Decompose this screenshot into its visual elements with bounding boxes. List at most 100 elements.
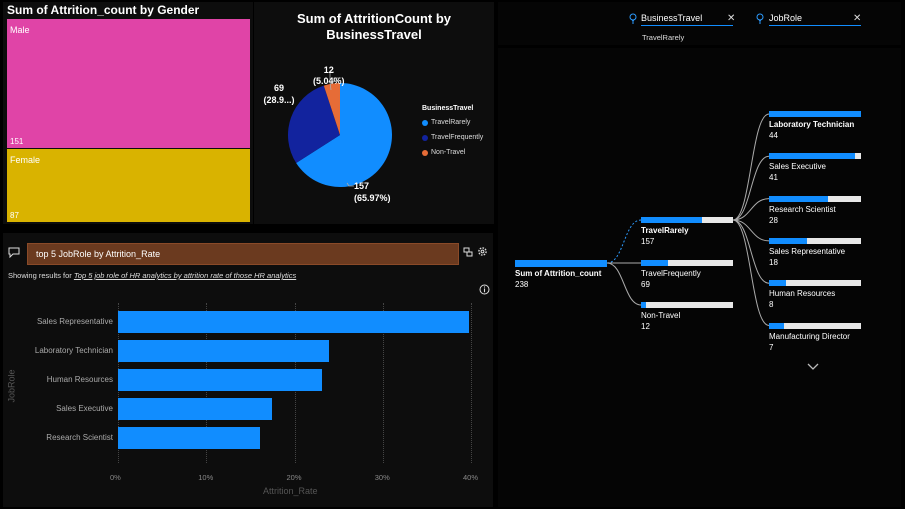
pie-label-nontravel-pct: (5.04%) <box>313 76 345 86</box>
decomp-l2-salesrepresentative-bar-fill <box>769 237 807 244</box>
legend-label: TravelRarely <box>431 119 471 126</box>
decomp-l2-researchscientist-bar-fill <box>769 195 828 202</box>
qa-question-box[interactable]: top 5 JobRole by Attrition_Rate <box>27 243 459 265</box>
decomp-l2-salesrepresentative-bar[interactable] <box>769 237 861 244</box>
decomp-l1-travelfrequently-bar[interactable] <box>641 260 733 266</box>
decomp-l1-nontravel-bar-fill <box>641 302 646 308</box>
qa-showing-results: Showing results for Top 5 job role of HR… <box>8 271 296 280</box>
jobrole-bar-chart: 0% 10% 20% 30% 40% Sales Representative Labora… <box>3 303 493 507</box>
bar-category-label: Sales Representative <box>36 317 113 326</box>
decomp-l2-salesrepresentative-value: 18 <box>769 257 778 267</box>
decomp-l2-salesrepresentative-name: Sales Representative <box>769 246 846 256</box>
bar-x-tick-label: 20% <box>286 473 302 482</box>
bar-human-resources[interactable] <box>118 369 322 391</box>
decomp-l2-researchscientist-name: Research Scientist <box>769 204 836 214</box>
legend-dot-icon <box>422 149 428 156</box>
info-icon[interactable] <box>479 284 490 295</box>
qa-question-text: top 5 JobRole by Attrition_Rate <box>36 249 161 259</box>
turn-into-visual-icon[interactable] <box>463 247 473 257</box>
decomp-l1-nontravel-bar[interactable] <box>641 302 733 308</box>
bar-x-tick-label: 40% <box>463 473 479 482</box>
pie-legend: BusinessTravel TravelRarely TravelFreque… <box>422 105 483 164</box>
pie-label-rarely: 157 (65.97%) <box>354 180 391 204</box>
filter-businesstravel-label: BusinessTravel <box>641 13 703 23</box>
pie-label-frequently-value: 69 <box>273 83 284 93</box>
qa-showing-prefix: Showing results for <box>8 271 72 280</box>
decomp-l2-researchscientist-value: 28 <box>769 215 778 225</box>
bar-sales-executive[interactable] <box>118 398 273 420</box>
decomp-l2-salesexecutive-name: Sales Executive <box>769 162 826 172</box>
bar-category-label: Human Resources <box>46 375 113 384</box>
decomp-l1-travelrarely-value: 157 <box>641 237 655 246</box>
pie-legend-title: BusinessTravel <box>422 105 474 112</box>
decomp-root-bar[interactable] <box>515 260 607 267</box>
treemap-female-value: 87 <box>10 211 19 220</box>
legend-label: Non-Travel <box>431 149 466 156</box>
treemap-tile-male[interactable]: Male 151 <box>7 19 250 148</box>
bar-category-label: Sales Executive <box>56 404 113 413</box>
decomp-l2-humanresources-name: Human Resources <box>769 289 836 299</box>
legend-item-nontravel[interactable]: Non-Travel <box>422 149 483 156</box>
bar-x-tick-label: 0% <box>110 473 121 482</box>
decomp-l2-humanresources-value: 8 <box>769 300 774 310</box>
treemap-female-label: Female <box>10 155 41 165</box>
pie-label-nontravel: 12 (5.04%) <box>313 65 345 87</box>
pie-label-frequently-pct: (28.9...) <box>263 95 295 105</box>
qa-showing-query[interactable]: Top 5 job role of HR analytics by attrit… <box>74 271 296 280</box>
decomp-l1-nontravel-value: 12 <box>641 322 650 331</box>
bar-category-label: Laboratory Technician <box>34 346 113 355</box>
decomp-l2-manufacturingdirector-bar[interactable] <box>769 322 861 329</box>
legend-item-travelfrequently[interactable]: TravelFrequently <box>422 134 483 141</box>
chevron-down-icon[interactable] <box>807 363 819 371</box>
legend-label: TravelFrequently <box>431 134 484 141</box>
legend-item-travelrarely[interactable]: TravelRarely <box>422 119 483 126</box>
decomp-l2-humanresources-bar[interactable] <box>769 280 861 287</box>
decomp-l1-travelrarely-bar-fill <box>641 217 702 223</box>
pie-label-nontravel-value: 12 <box>323 65 334 75</box>
gender-treemap-title: Sum of Attrition_count by Gender <box>7 3 200 17</box>
lightbulb-icon <box>756 13 764 24</box>
decomp-l2-salesexecutive-bar-fill <box>769 153 855 160</box>
treemap-male-label: Male <box>10 25 30 35</box>
decomp-nodes: Sum of Attrition_count 238 TravelRarely 157… <box>498 48 901 507</box>
bar-x-tick-label: 10% <box>198 473 214 482</box>
decomp-root-value: 238 <box>515 280 529 289</box>
bar-x-axis-title: Attrition_Rate <box>263 486 318 496</box>
decomp-l2-laboratorytechnician-value: 44 <box>769 131 778 140</box>
lightbulb-icon <box>629 13 637 24</box>
decomp-l1-travelfrequently-name: TravelFrequently <box>641 269 701 278</box>
filter-jobrole[interactable]: JobRole <box>769 13 861 26</box>
decomp-l2-salesexecutive-bar[interactable] <box>769 153 861 160</box>
legend-dot-icon <box>422 119 428 126</box>
filter-pane: BusinessTravel ✕ TravelRarely JobRole ✕ <box>498 2 901 45</box>
bar-category-label: Research Scientist <box>46 433 113 442</box>
bar-research-scientist[interactable] <box>118 427 261 449</box>
filter-businesstravel-value: TravelRarely <box>642 33 685 42</box>
treemap-male-value: 151 <box>10 137 24 146</box>
bar-y-axis-title: JobRole <box>6 369 17 403</box>
decomp-l1-travelfrequently-bar-fill <box>641 260 668 266</box>
decomp-l1-travelfrequently-value: 69 <box>641 280 650 289</box>
filter-jobrole-close-icon[interactable]: ✕ <box>853 13 861 24</box>
chat-icon[interactable] <box>8 247 20 258</box>
business-travel-pie-visual: Sum of AttritionCount by BusinessTravel … <box>254 2 494 224</box>
filter-jobrole-label: JobRole <box>769 13 803 23</box>
filter-businesstravel-close-icon[interactable]: ✕ <box>727 13 735 24</box>
decomp-l2-laboratorytechnician-bar-fill <box>769 111 861 117</box>
bar-sales-representative[interactable] <box>118 311 470 333</box>
settings-gear-icon[interactable] <box>477 246 488 257</box>
decomp-l2-humanresources-bar-fill <box>769 280 786 287</box>
filter-businesstravel[interactable]: BusinessTravel <box>641 13 733 26</box>
decomp-l2-manufacturingdirector-value: 7 <box>769 342 774 352</box>
decomp-l2-researchscientist-bar[interactable] <box>769 195 861 202</box>
treemap-tile-female[interactable]: Female 87 <box>7 149 250 222</box>
decomp-l2-manufacturingdirector-name: Manufacturing Director <box>769 331 850 341</box>
decomp-l2-laboratorytechnician-bar[interactable] <box>769 111 861 117</box>
bar-x-tick-label: 30% <box>374 473 390 482</box>
bar-laboratory-technician[interactable] <box>118 340 329 362</box>
pie-label-rarely-value: 157 <box>354 181 370 191</box>
decomp-l2-manufacturingdirector-bar-fill <box>769 322 784 329</box>
decomp-root-bar-fill <box>515 260 607 267</box>
decomp-l1-travelrarely-bar[interactable] <box>641 217 733 223</box>
pie-label-rarely-pct: (65.97%) <box>354 193 391 203</box>
